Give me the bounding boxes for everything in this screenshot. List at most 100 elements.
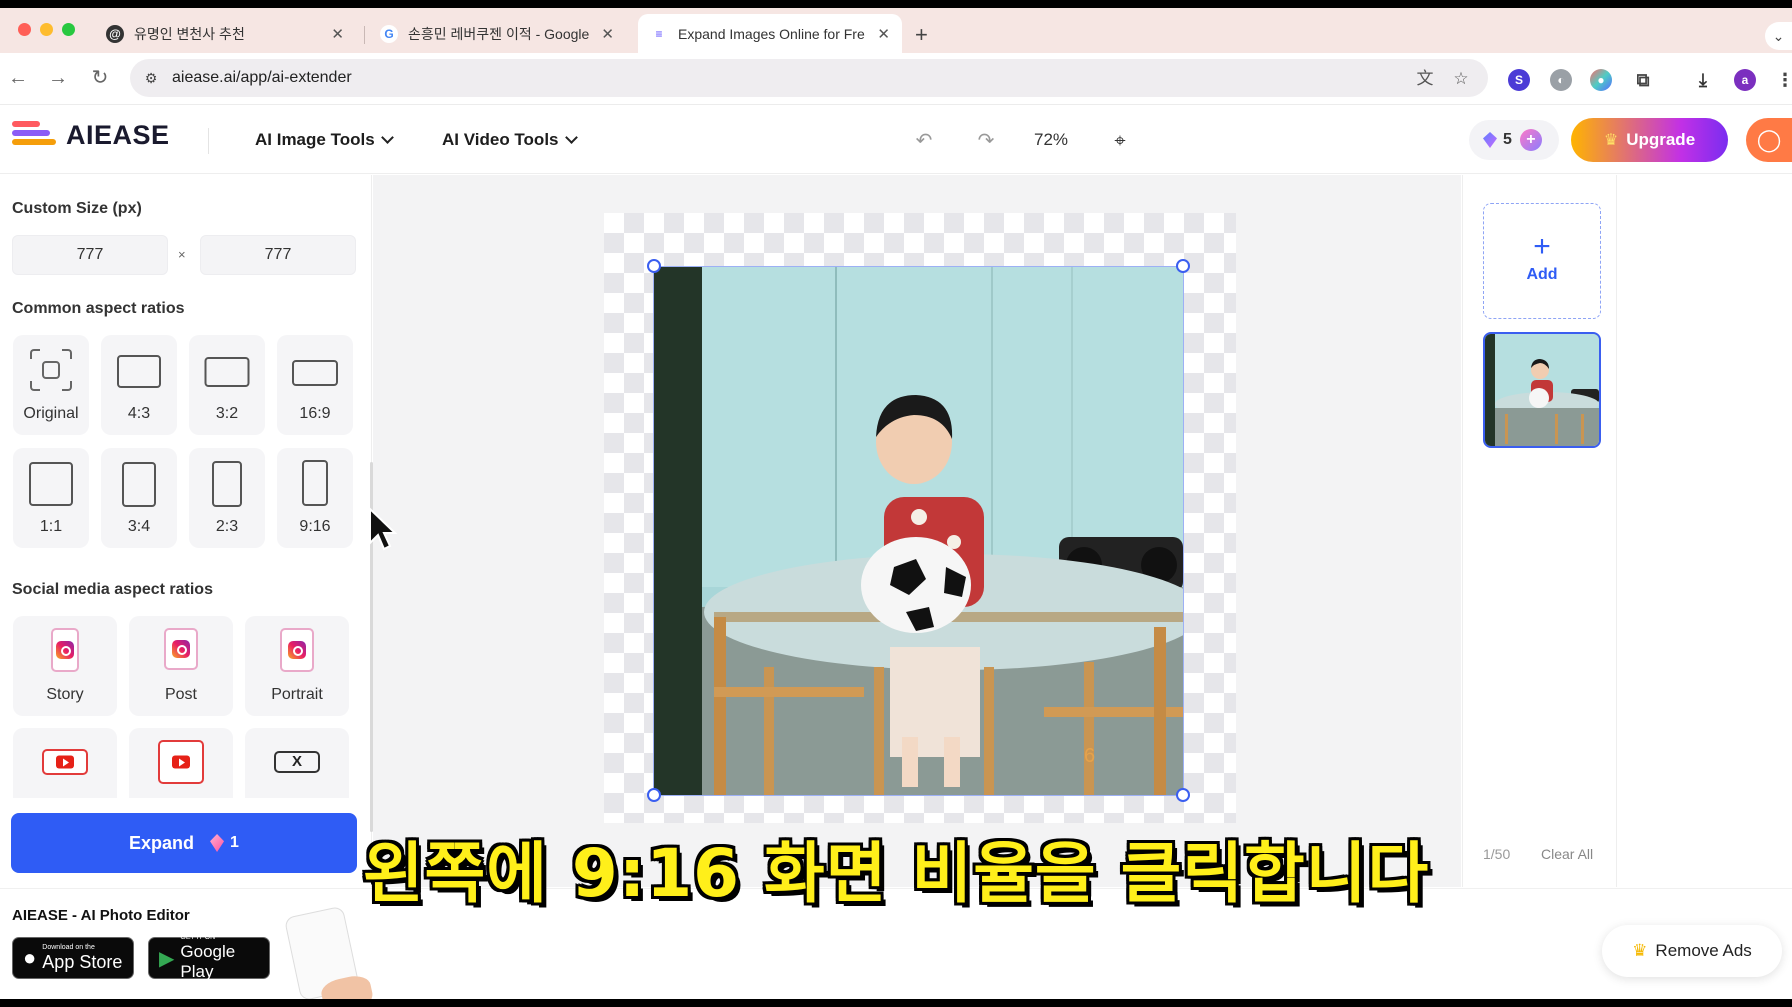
photo-illustration: 6 [654, 267, 1183, 795]
instagram-icon [164, 628, 198, 670]
address-bar[interactable]: ⚙ aiease.ai/app/ai-extender 文 ☆ [130, 59, 1488, 97]
browser-tab-strip: @ 유명인 변천사 추천 ✕ G 손흥민 레버쿠젠 이적 - Google S … [0, 8, 1792, 53]
close-window-button[interactable] [18, 23, 31, 36]
social-post-button[interactable]: Post [129, 616, 233, 716]
close-tab-icon[interactable]: ✕ [601, 25, 614, 43]
zoom-level[interactable]: 72% [1034, 130, 1068, 150]
x-logo-icon: X [274, 751, 320, 773]
site-settings-icon[interactable]: ⚙ [140, 67, 162, 89]
undo-icon[interactable]: ↶ [911, 128, 937, 154]
social-x-button[interactable]: X [245, 728, 349, 798]
selection-edge [1183, 267, 1184, 795]
resize-handle-bottom-right[interactable] [1176, 788, 1190, 802]
social-story-button[interactable]: Story [13, 616, 117, 716]
header-divider [208, 128, 209, 154]
add-image-button[interactable]: + Add [1483, 203, 1601, 319]
download-icon[interactable]: ⤓ [1692, 69, 1714, 91]
upgrade-button[interactable]: ♛ Upgrade [1571, 118, 1728, 162]
resize-handle-bottom-left[interactable] [647, 788, 661, 802]
ratio-3-2-button[interactable]: 3:2 [189, 335, 265, 435]
minimize-window-button[interactable] [40, 23, 53, 36]
forward-arrow-icon[interactable]: → [46, 66, 70, 90]
close-tab-icon[interactable]: ✕ [331, 25, 344, 43]
app-store-small: Download on the [42, 944, 95, 951]
fit-to-screen-icon[interactable]: ⌖ [1107, 128, 1133, 154]
screen: @ 유명인 변천사 추천 ✕ G 손흥민 레버쿠젠 이적 - Google S … [0, 0, 1792, 1007]
social-youtube-landscape-button[interactable] [13, 728, 117, 798]
phone-in-hand-illustration [283, 905, 375, 1007]
browser-tab[interactable]: @ 유명인 변천사 추천 ✕ [94, 14, 356, 53]
upgrade-label: Upgrade [1626, 130, 1696, 149]
profile-avatar[interactable]: a [1734, 69, 1756, 91]
new-tab-icon[interactable]: + [915, 24, 928, 46]
ratio-2-3-button[interactable]: 2:3 [189, 448, 265, 548]
ratio-label: 2:3 [215, 518, 239, 535]
ratio-label: Original [23, 405, 79, 422]
video-subtitle: 왼쪽에 9:16 화면 비율을 클릭합니다 [362, 835, 1430, 912]
extension-color-icon[interactable]: ● [1590, 69, 1612, 91]
add-credits-icon[interactable]: + [1519, 129, 1542, 151]
social-ratios-title: Social media aspect ratios [12, 581, 213, 598]
redo-icon[interactable]: ↷ [973, 128, 999, 154]
plus-icon: + [1533, 230, 1551, 263]
height-input[interactable]: 777 [200, 235, 356, 275]
ai-video-tools-menu[interactable]: AI Video Tools [442, 130, 578, 150]
ratio-3-2-icon [204, 357, 250, 387]
close-tab-icon[interactable]: ✕ [877, 25, 890, 43]
google-icon: G [380, 24, 398, 43]
resize-handle-top-right[interactable] [1176, 259, 1190, 273]
ratio-3-4-button[interactable]: 3:4 [101, 448, 177, 548]
translate-icon[interactable]: 文 [1414, 68, 1436, 90]
ratio-9-16-icon [302, 460, 328, 506]
ratio-9-16-button[interactable]: 9:16 [277, 448, 353, 548]
google-play-button[interactable]: ▶ GET IT ON Google Play [148, 934, 270, 981]
resize-handle-top-left[interactable] [647, 259, 661, 273]
thumbnail-illustration [1485, 334, 1599, 446]
selection-edge [654, 795, 1184, 796]
ratio-1-1-icon [29, 462, 73, 506]
crown-icon: ♛ [1603, 132, 1619, 149]
video-letterbox-top [0, 0, 1792, 8]
width-input[interactable]: 777 [12, 235, 168, 275]
browser-tab[interactable]: G 손흥민 레버쿠젠 이적 - Google S ✕ [368, 14, 626, 53]
ratio-16-9-button[interactable]: 16:9 [277, 335, 353, 435]
extensions-puzzle-icon[interactable]: ⧉ [1632, 69, 1654, 91]
ratio-original-button[interactable]: Original [13, 335, 89, 435]
common-ratios-title: Common aspect ratios [12, 300, 185, 317]
ratio-label: 9:16 [299, 518, 331, 535]
add-label: Add [1526, 266, 1558, 283]
social-portrait-button[interactable]: Portrait [245, 616, 349, 716]
times-sign: × [178, 247, 186, 262]
ratio-4-3-button[interactable]: 4:3 [101, 335, 177, 435]
browser-tab-active[interactable]: ≡ Expand Images Online for Fre ✕ [638, 14, 902, 53]
right-images-panel: + Add 1/50 Clear All [1462, 175, 1617, 887]
extension-icon[interactable]: ◐ [1550, 69, 1572, 91]
browser-menu-icon[interactable]: ⋮ [1774, 69, 1792, 91]
extension-s-icon[interactable]: S [1508, 69, 1530, 91]
maximize-window-button[interactable] [62, 23, 75, 36]
tab-search-chevron-icon[interactable]: ⌄ [1765, 22, 1792, 50]
tab-separator [364, 26, 365, 44]
browser-toolbar: ← → ↻ ⚙ aiease.ai/app/ai-extender 文 ☆ S … [0, 53, 1792, 105]
aiease-logo[interactable]: AIEASE [12, 120, 170, 151]
remove-ads-button[interactable]: ♛ Remove Ads [1602, 925, 1782, 977]
reload-icon[interactable]: ↻ [88, 66, 112, 90]
social-youtube-square-button[interactable] [129, 728, 233, 798]
app-store-button[interactable]: ● Download on the App Store [12, 937, 134, 979]
uploaded-photo[interactable]: 6 [654, 267, 1183, 795]
user-profile-icon[interactable]: ◯ [1746, 118, 1792, 162]
image-thumbnail[interactable] [1483, 332, 1601, 448]
remove-ads-label: Remove Ads [1655, 941, 1752, 960]
credits-badge[interactable]: 5 + [1469, 120, 1559, 160]
back-arrow-icon[interactable]: ← [6, 66, 30, 90]
ratio-16-9-icon [292, 360, 338, 386]
original-frame-icon [30, 349, 72, 391]
ai-image-tools-menu[interactable]: AI Image Tools [255, 130, 394, 150]
logo-text: AIEASE [66, 120, 170, 150]
bookmark-star-icon[interactable]: ☆ [1450, 68, 1472, 90]
ratio-1-1-button[interactable]: 1:1 [13, 448, 89, 548]
instagram-icon [51, 628, 79, 672]
social-label: Story [46, 686, 84, 703]
youtube-icon [42, 749, 88, 775]
chevron-down-icon [380, 131, 394, 144]
